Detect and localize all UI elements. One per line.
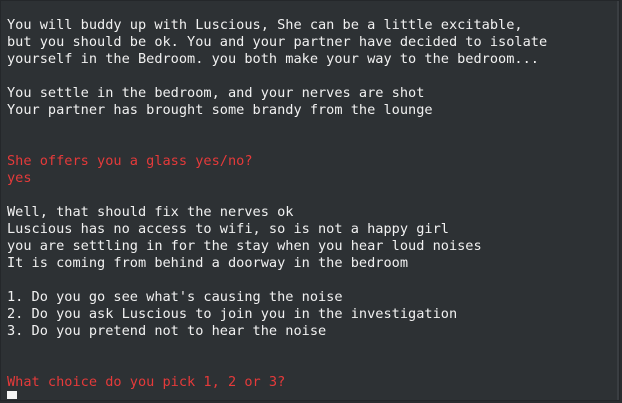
story-line: yourself in the Bedroom. you both make y… bbox=[7, 51, 539, 67]
choice-option-2: 2. Do you ask Luscious to join you in th… bbox=[7, 306, 458, 322]
scrollbar-edge bbox=[617, 1, 619, 400]
story-line: you are settling in for the stay when yo… bbox=[7, 238, 482, 254]
story-line: You settle in the bedroom, and your nerv… bbox=[7, 85, 425, 101]
story-line: Luscious has no access to wifi, so is no… bbox=[7, 221, 449, 237]
input-cursor[interactable] bbox=[7, 391, 17, 399]
user-answer: yes bbox=[7, 170, 32, 186]
choice-option-3: 3. Do you pretend not to hear the noise bbox=[7, 323, 327, 339]
story-line: but you should be ok. You and your partn… bbox=[7, 34, 548, 50]
terminal-window[interactable]: You will buddy up with Luscious, She can… bbox=[0, 0, 620, 401]
choice-prompt: What choice do you pick 1, 2 or 3? bbox=[7, 374, 286, 390]
story-line: Your partner has brought some brandy fro… bbox=[7, 102, 433, 118]
choice-option-1: 1. Do you go see what's causing the nois… bbox=[7, 289, 343, 305]
story-line: Well, that should fix the nerves ok bbox=[7, 204, 294, 220]
story-line: You will buddy up with Luscious, She can… bbox=[7, 17, 523, 33]
story-line: It is coming from behind a doorway in th… bbox=[7, 255, 409, 271]
prompt-question: She offers you a glass yes/no? bbox=[7, 153, 253, 169]
